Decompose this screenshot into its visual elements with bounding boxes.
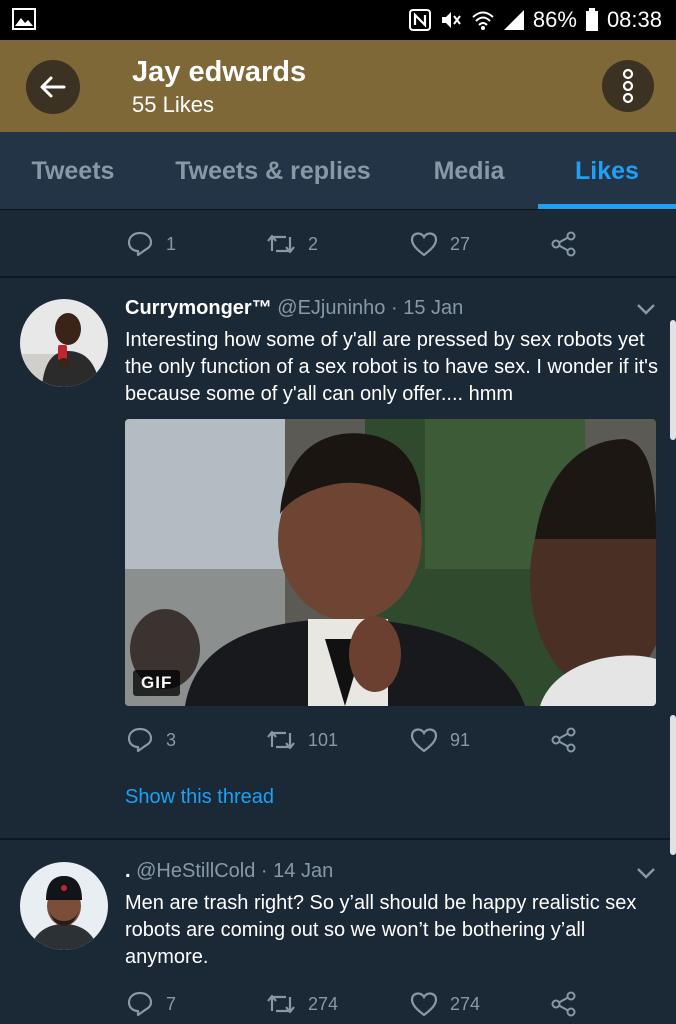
arrow-left-icon <box>40 76 66 98</box>
active-tab-indicator <box>538 204 676 209</box>
display-name[interactable]: . <box>125 860 131 882</box>
chevron-down-icon[interactable] <box>636 866 656 885</box>
reply-count: 1 <box>166 233 177 254</box>
heart-icon <box>410 728 438 753</box>
tweet-text: Interesting how some of y'all are presse… <box>125 329 658 405</box>
more-vertical-icon <box>622 68 634 104</box>
battery-level: 86% <box>532 7 577 32</box>
retweet-count: 101 <box>308 729 339 750</box>
share-icon <box>551 991 576 1017</box>
image-icon <box>12 8 36 35</box>
battery-icon <box>585 8 599 32</box>
tweet-divider <box>0 276 676 278</box>
retweet-icon <box>267 994 295 1014</box>
share-button[interactable] <box>550 987 578 1021</box>
retweet-icon <box>267 730 295 750</box>
profile-header: Jay edwards 55 Likes <box>0 40 676 132</box>
handle[interactable]: @EJjuninho <box>277 297 385 319</box>
heart-icon <box>410 232 438 257</box>
reply-button[interactable]: 3 <box>126 723 176 757</box>
retweet-icon <box>267 234 295 254</box>
gif-image <box>125 419 656 706</box>
like-count: 274 <box>450 993 481 1014</box>
share-button[interactable] <box>550 723 578 757</box>
tweet-actions: 7 274 274 <box>0 987 676 1021</box>
tweet-header: Currymonger™ @EJjuninho · 15 Jan <box>125 297 463 320</box>
reply-button[interactable]: 1 <box>126 227 176 261</box>
tweet-header: . @HeStillCold · 14 Jan <box>125 860 333 883</box>
back-button[interactable] <box>26 60 80 114</box>
overflow-menu-button[interactable] <box>602 60 654 112</box>
retweet-count: 2 <box>308 233 319 254</box>
like-button[interactable]: 91 <box>410 723 470 757</box>
like-button[interactable]: 274 <box>410 987 480 1021</box>
like-count: 91 <box>450 729 471 750</box>
separator: · <box>255 860 274 882</box>
reply-count: 3 <box>166 729 177 750</box>
chevron-down-icon[interactable] <box>636 302 656 321</box>
tweet-actions: 1 2 27 <box>0 227 676 261</box>
nfc-icon <box>408 9 431 31</box>
reply-button[interactable]: 7 <box>126 987 176 1021</box>
reply-count: 7 <box>166 993 177 1014</box>
tab-tweets-replies[interactable]: Tweets & replies <box>146 132 400 210</box>
separator: · <box>385 297 404 319</box>
scrollbar-thumb[interactable] <box>670 320 676 440</box>
avatar[interactable] <box>20 862 108 950</box>
likes-count: 55 Likes <box>132 92 214 117</box>
scrollbar-thumb[interactable] <box>670 715 676 855</box>
profile-tabs: Tweets Tweets & replies Media Likes <box>0 132 676 210</box>
share-icon <box>551 727 576 753</box>
share-icon <box>551 231 576 257</box>
tweet-actions: 3 101 91 <box>0 723 676 757</box>
page-title: Jay edwards <box>132 56 307 88</box>
tweet-media-gif[interactable]: GIF <box>125 419 656 706</box>
tab-media[interactable]: Media <box>400 132 538 210</box>
handle[interactable]: @HeStillCold <box>136 860 255 882</box>
reply-icon <box>127 231 153 257</box>
retweet-button[interactable]: 2 <box>266 227 318 261</box>
tweet-divider <box>0 838 676 840</box>
status-bar: 86% 08:38 <box>0 0 676 40</box>
retweet-count: 274 <box>308 993 339 1014</box>
tab-likes[interactable]: Likes <box>538 132 676 210</box>
tweet-date: 14 Jan <box>273 860 334 882</box>
heart-icon <box>410 992 438 1017</box>
tab-tweets[interactable]: Tweets <box>0 132 146 210</box>
tweet-date: 15 Jan <box>403 297 464 319</box>
share-button[interactable] <box>550 227 578 261</box>
like-button[interactable]: 27 <box>410 227 470 261</box>
mute-icon <box>439 9 463 31</box>
retweet-button[interactable]: 274 <box>266 987 338 1021</box>
clock: 08:38 <box>606 7 662 32</box>
tweet-text: Men are trash right? So y’all should be … <box>125 892 637 968</box>
likes-feed[interactable]: 1 2 27 Currymonger™ @EJjuninho · 15 Jan … <box>0 210 676 1024</box>
reply-icon <box>127 727 153 753</box>
wifi-icon <box>471 9 495 31</box>
like-count: 27 <box>450 233 471 254</box>
display-name[interactable]: Currymonger™ <box>125 297 272 319</box>
retweet-button[interactable]: 101 <box>266 723 338 757</box>
show-thread-link[interactable]: Show this thread <box>125 786 274 809</box>
signal-icon <box>503 9 525 31</box>
reply-icon <box>127 991 153 1017</box>
gif-badge: GIF <box>133 670 181 696</box>
avatar[interactable] <box>20 299 108 387</box>
